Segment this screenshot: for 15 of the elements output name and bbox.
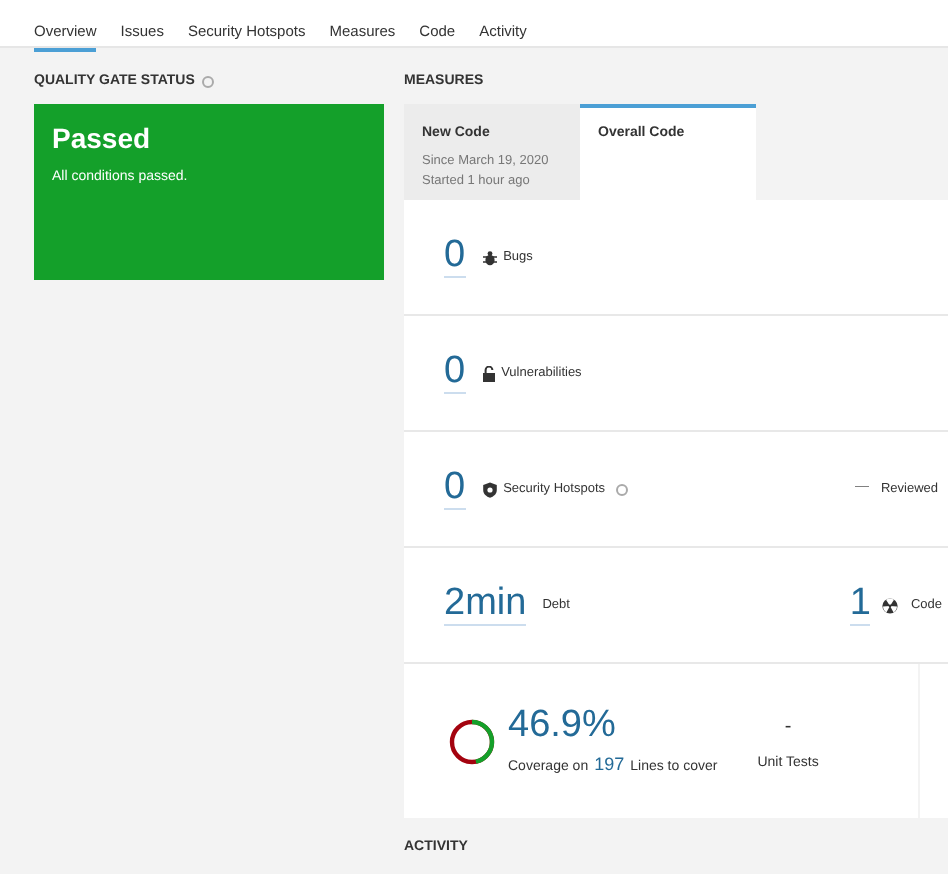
status-text: Passed: [52, 120, 153, 156]
help-icon[interactable]: [615, 483, 628, 495]
metric-value[interactable]: 0: [444, 352, 466, 394]
metric-value[interactable]: 1: [849, 584, 871, 626]
coverage-ring-icon: [448, 717, 496, 765]
lines-link[interactable]: 197: [594, 751, 625, 779]
lock-icon: [481, 365, 496, 381]
coverage-value[interactable]: 46.9%: [508, 703, 616, 748]
metric-value[interactable]: 2min: [444, 584, 527, 626]
metric-value[interactable]: 0: [444, 236, 466, 278]
metric-value: -: [784, 714, 792, 743]
help-icon[interactable]: [202, 76, 215, 88]
bug-icon: [481, 249, 498, 265]
metric-value[interactable]: 0: [444, 468, 466, 510]
shield-icon: [481, 481, 498, 497]
